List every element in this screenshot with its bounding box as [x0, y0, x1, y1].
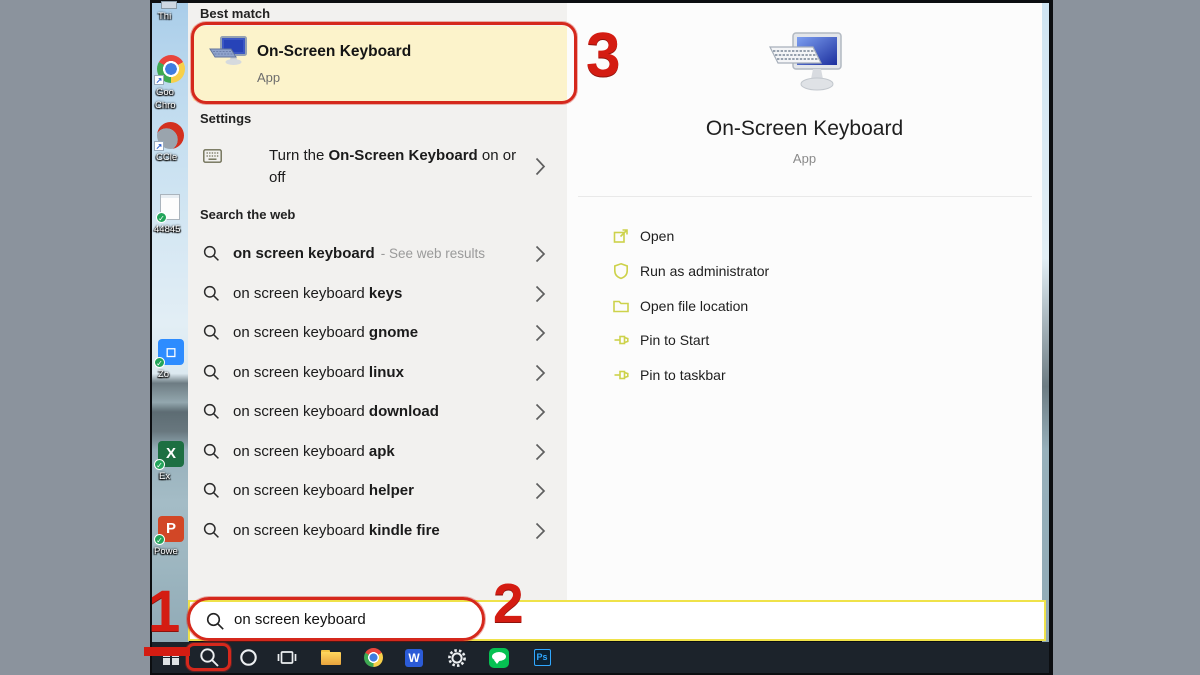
line-app-button[interactable]	[486, 642, 512, 673]
web-suggestion[interactable]: on screen keyboard gnome	[188, 313, 567, 353]
settings-result-item[interactable]: Turn the On-Screen Keyboard on or off	[188, 140, 567, 198]
file-explorer-icon	[321, 650, 341, 665]
action-open-file-location[interactable]: Open file location	[612, 295, 748, 317]
annotation-step-3: 3	[586, 25, 620, 87]
action-open[interactable]: Open	[612, 225, 674, 247]
keyboard-icon	[203, 149, 222, 163]
search-icon	[203, 522, 220, 539]
desktop-icon-powerpoint[interactable]: P ✓	[158, 516, 184, 542]
sync-check-icon: ✓	[154, 357, 165, 368]
chevron-right-icon	[535, 157, 546, 176]
desktop-icon-chrome[interactable]: ↗	[157, 55, 185, 83]
action-pin-to-taskbar[interactable]: Pin to taskbar	[612, 364, 726, 386]
annotation-circle-search-input	[187, 597, 485, 641]
on-screen-keyboard-large-icon	[768, 31, 844, 99]
web-suggestion[interactable]: on screen keyboard- See web results	[188, 234, 567, 274]
settings-result-text: Turn the On-Screen Keyboard on or off	[269, 145, 516, 189]
pin-icon	[612, 366, 630, 384]
preview-title: On-Screen Keyboard	[567, 117, 1042, 141]
sync-check-icon: ✓	[156, 212, 167, 223]
search-icon	[203, 245, 220, 262]
word-icon: W	[405, 649, 423, 667]
web-suggestions-list: on screen keyboard- See web results on s…	[188, 234, 567, 550]
desktop-label: Ex	[159, 471, 170, 482]
best-match-header: Best match	[200, 6, 270, 21]
desktop-wallpaper-strip: Thi ↗ Goo Chro ↗ CCle ✓ 44845 ◻	[152, 3, 189, 642]
desktop-icon-zoom[interactable]: ◻ ✓	[158, 339, 184, 365]
desktop-icon-document[interactable]: ✓	[160, 194, 180, 220]
chrome-button[interactable]	[360, 642, 386, 673]
desktop-label: 44845	[154, 224, 180, 235]
search-icon	[203, 403, 220, 420]
desktop-label: Chro	[155, 100, 176, 111]
photoshop-button[interactable]: Ps	[529, 642, 555, 673]
settings-header: Settings	[200, 111, 251, 126]
desktop-label: CCle	[156, 152, 177, 163]
annotation-circle-best-match	[191, 22, 577, 104]
chevron-right-icon	[535, 482, 546, 500]
chevron-right-icon	[535, 324, 546, 342]
search-icon	[203, 285, 220, 302]
divider	[578, 196, 1032, 197]
page: Thi ↗ Goo Chro ↗ CCle ✓ 44845 ◻	[0, 0, 1200, 675]
action-pin-to-start[interactable]: Pin to Start	[612, 329, 709, 351]
file-explorer-button[interactable]	[318, 642, 344, 673]
search-icon	[203, 364, 220, 381]
annotation-step-2: 2	[493, 576, 524, 631]
search-icon	[203, 324, 220, 341]
search-icon	[203, 443, 220, 460]
desktop-label: Powe	[154, 546, 178, 557]
shortcut-arrow-icon: ↗	[154, 141, 164, 151]
chevron-right-icon	[535, 285, 546, 303]
settings-button[interactable]	[444, 642, 470, 673]
desktop-wallpaper-sliver	[1042, 3, 1049, 642]
task-view-icon	[277, 648, 297, 667]
desktop-label: Zo	[158, 369, 169, 380]
annotation-circle-taskbar-search	[186, 643, 231, 671]
desktop-label: Goo	[156, 87, 174, 98]
line-icon	[489, 648, 509, 668]
desktop-label: Thi	[158, 11, 171, 22]
action-run-as-administrator[interactable]: Run as administrator	[612, 260, 769, 282]
chevron-right-icon	[535, 522, 546, 540]
open-icon	[612, 227, 630, 245]
chevron-right-icon	[535, 364, 546, 382]
annotation-step-1-underline	[144, 647, 190, 656]
word-button[interactable]: W	[401, 642, 427, 673]
chevron-right-icon	[535, 245, 546, 263]
annotation-step-1: 1	[148, 583, 180, 641]
photoshop-icon: Ps	[534, 649, 551, 666]
desktop-icon-ccleaner[interactable]: ↗	[157, 122, 184, 149]
web-suggestion[interactable]: on screen keyboard keys	[188, 274, 567, 314]
folder-icon	[612, 297, 630, 315]
chrome-icon	[364, 648, 383, 667]
desktop-icon-excel[interactable]: X ✓	[158, 441, 184, 467]
chevron-right-icon	[535, 443, 546, 461]
web-suggestion[interactable]: on screen keyboard kindle fire	[188, 511, 567, 551]
task-view-button[interactable]	[274, 642, 300, 673]
cortana-button[interactable]	[236, 642, 260, 673]
screenshot-frame: Thi ↗ Goo Chro ↗ CCle ✓ 44845 ◻	[150, 0, 1053, 675]
search-icon	[203, 482, 220, 499]
pin-icon	[612, 331, 630, 349]
this-pc-icon[interactable]	[161, 1, 177, 9]
web-suggestion[interactable]: on screen keyboard apk	[188, 432, 567, 472]
web-suggestion[interactable]: on screen keyboard linux	[188, 353, 567, 393]
cortana-icon	[239, 648, 258, 667]
preview-type: App	[567, 151, 1042, 166]
taskbar: W Ps	[152, 642, 1049, 673]
shield-icon	[612, 262, 630, 280]
web-suggestion[interactable]: on screen keyboard helper	[188, 471, 567, 511]
web-suggestion[interactable]: on screen keyboard download	[188, 392, 567, 432]
search-the-web-header: Search the web	[200, 207, 295, 222]
chevron-right-icon	[535, 403, 546, 421]
sync-check-icon: ✓	[154, 459, 165, 470]
sync-check-icon: ✓	[154, 534, 165, 545]
gear-icon	[447, 648, 467, 668]
shortcut-arrow-icon: ↗	[154, 75, 164, 85]
